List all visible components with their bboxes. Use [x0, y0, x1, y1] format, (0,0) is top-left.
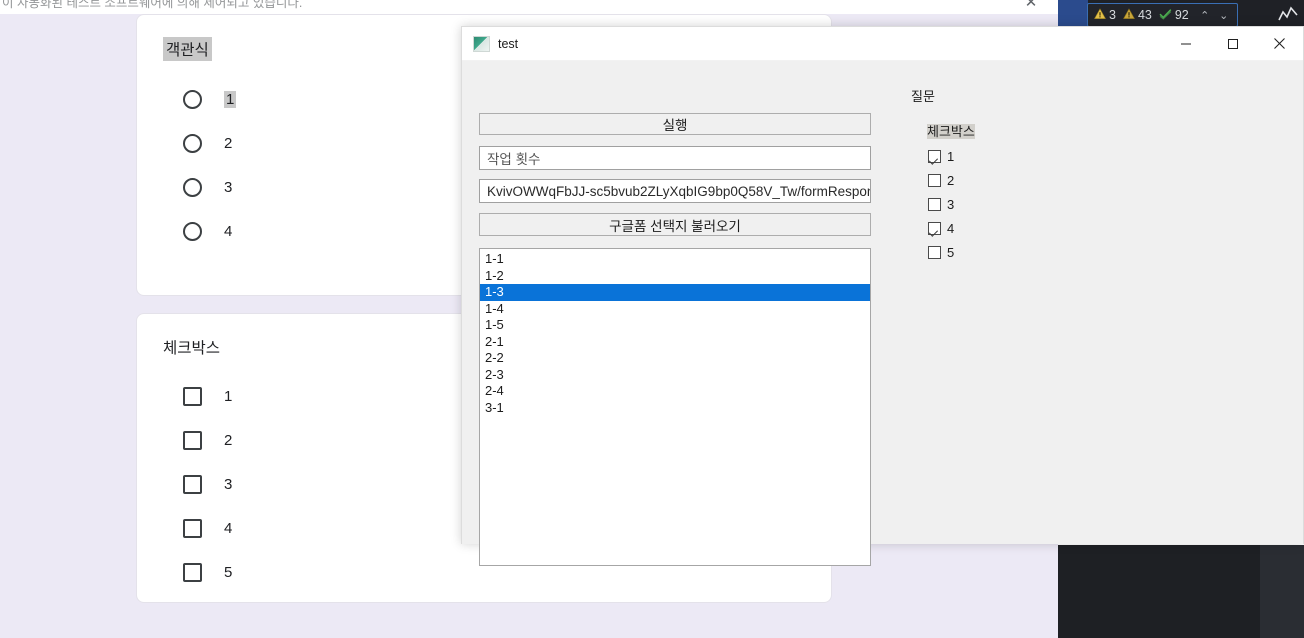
form-option-label: 3	[224, 178, 233, 196]
list-item[interactable]: 1-2	[480, 268, 870, 285]
panel-subheading: 체크박스	[927, 121, 1292, 140]
form-option-label: 2	[224, 134, 233, 152]
warnings-group[interactable]: 43	[1123, 7, 1152, 23]
warning-triangle-icon	[1094, 7, 1106, 23]
panel-heading: 질문	[911, 89, 935, 104]
form-option-label: 1	[224, 90, 237, 108]
close-button[interactable]	[1256, 27, 1303, 60]
app-titlebar[interactable]: test	[462, 27, 1303, 61]
panel-checkbox-label: 2	[947, 173, 955, 188]
run-button[interactable]: 실행	[479, 113, 871, 135]
checks-group[interactable]: 92	[1159, 8, 1189, 23]
panel-checkbox-row[interactable]: 2	[928, 173, 1292, 188]
panel-checkbox-label: 1	[947, 149, 955, 164]
list-item[interactable]: 2-1	[480, 334, 870, 351]
checkbox-icon[interactable]	[928, 222, 941, 235]
app-content: 실행 작업 횟수 KvivOWWqFbJJ-sc5bvub2ZLyXqbIG9b…	[462, 61, 1303, 566]
chevron-down-icon[interactable]: ⌄	[1217, 9, 1231, 22]
panel-checkbox-row[interactable]: 4	[928, 221, 1292, 236]
checkbox-icon[interactable]	[928, 174, 941, 187]
form-option-label: 5	[224, 563, 233, 581]
question-title: 객관식	[163, 37, 212, 61]
list-item[interactable]: 3-1	[480, 400, 870, 417]
screen-root: 이 자동화된 테스트 소프트웨어에 의해 제어되고 있습니다. ✕ 객관식 1 …	[0, 0, 1304, 638]
chevron-up-icon[interactable]: ⌃	[1198, 9, 1212, 22]
errors-count: 3	[1109, 8, 1116, 22]
checkbox-icon[interactable]	[183, 386, 202, 406]
list-item[interactable]: 1-5	[480, 317, 870, 334]
checkbox-icon[interactable]	[928, 150, 941, 163]
list-item[interactable]: 1-4	[480, 301, 870, 318]
vscode-problems-pill[interactable]: 3 43 92 ⌃ ⌄	[1087, 3, 1238, 27]
choices-listbox[interactable]: 1-1 1-2 1-3 1-4 1-5 2-1 2-2 2-3 2-4 3-1	[479, 248, 871, 566]
form-url-input[interactable]: KvivOWWqFbJJ-sc5bvub2ZLyXqbIG9bp0Q58V_Tw…	[479, 179, 871, 203]
panel-checkbox-row[interactable]: 3	[928, 197, 1292, 212]
checkbox-icon[interactable]	[928, 246, 941, 259]
activity-graph-icon[interactable]	[1278, 6, 1298, 24]
checkbox-icon[interactable]	[928, 198, 941, 211]
panel-checkbox-label: 4	[947, 221, 955, 236]
checkbox-icon[interactable]	[183, 518, 202, 538]
checkbox-icon[interactable]	[183, 562, 202, 582]
list-item[interactable]: 2-2	[480, 350, 870, 367]
warnings-count: 43	[1137, 8, 1152, 22]
app-title: test	[498, 36, 519, 51]
form-option-label: 4	[224, 519, 233, 537]
work-count-input[interactable]: 작업 횟수	[479, 146, 871, 170]
form-option-label: 2	[224, 431, 233, 449]
minimize-button[interactable]	[1162, 27, 1209, 60]
list-item[interactable]: 2-4	[480, 383, 870, 400]
checkbox-icon[interactable]	[183, 474, 202, 494]
radio-icon[interactable]	[183, 133, 202, 153]
test-app-window: test 실행 작업 횟수 KvivOWWqFbJJ-sc5bvub2ZLyXq…	[461, 26, 1304, 566]
checkbox-icon[interactable]	[183, 430, 202, 450]
check-mark-icon	[1159, 8, 1172, 23]
vscode-editor-panel	[1058, 545, 1260, 638]
errors-group[interactable]: 3	[1094, 7, 1116, 23]
vscode-minimap-panel	[1260, 545, 1304, 638]
question-panel: 질문 체크박스 1 2 3 4 5	[902, 61, 1292, 260]
radio-icon[interactable]	[183, 89, 202, 109]
radio-icon[interactable]	[183, 177, 202, 197]
warning-triangle-icon	[1123, 7, 1135, 23]
window-controls	[1162, 27, 1303, 60]
list-item[interactable]: 1-3	[480, 284, 870, 301]
panel-subheading-text: 체크박스	[927, 124, 975, 139]
maximize-button[interactable]	[1209, 27, 1256, 60]
automation-notice-bar: 이 자동화된 테스트 소프트웨어에 의해 제어되고 있습니다.	[0, 0, 1060, 14]
app-icon	[473, 35, 490, 52]
checks-count: 92	[1174, 8, 1189, 22]
panel-checkbox-label: 3	[947, 197, 955, 212]
load-google-form-button[interactable]: 구글폼 선택지 불러오기	[479, 213, 871, 236]
close-icon[interactable]: ✕	[1022, 0, 1040, 12]
form-option-label: 4	[224, 222, 233, 240]
radio-icon[interactable]	[183, 221, 202, 241]
panel-checkbox-row[interactable]: 1	[928, 149, 1292, 164]
list-item[interactable]: 2-3	[480, 367, 870, 384]
form-option-label: 1	[224, 387, 233, 405]
panel-checkbox-label: 5	[947, 245, 955, 260]
form-option-label: 3	[224, 475, 233, 493]
question-title: 체크박스	[163, 340, 221, 357]
panel-checkbox-row[interactable]: 5	[928, 245, 1292, 260]
list-item[interactable]: 1-1	[480, 251, 870, 268]
